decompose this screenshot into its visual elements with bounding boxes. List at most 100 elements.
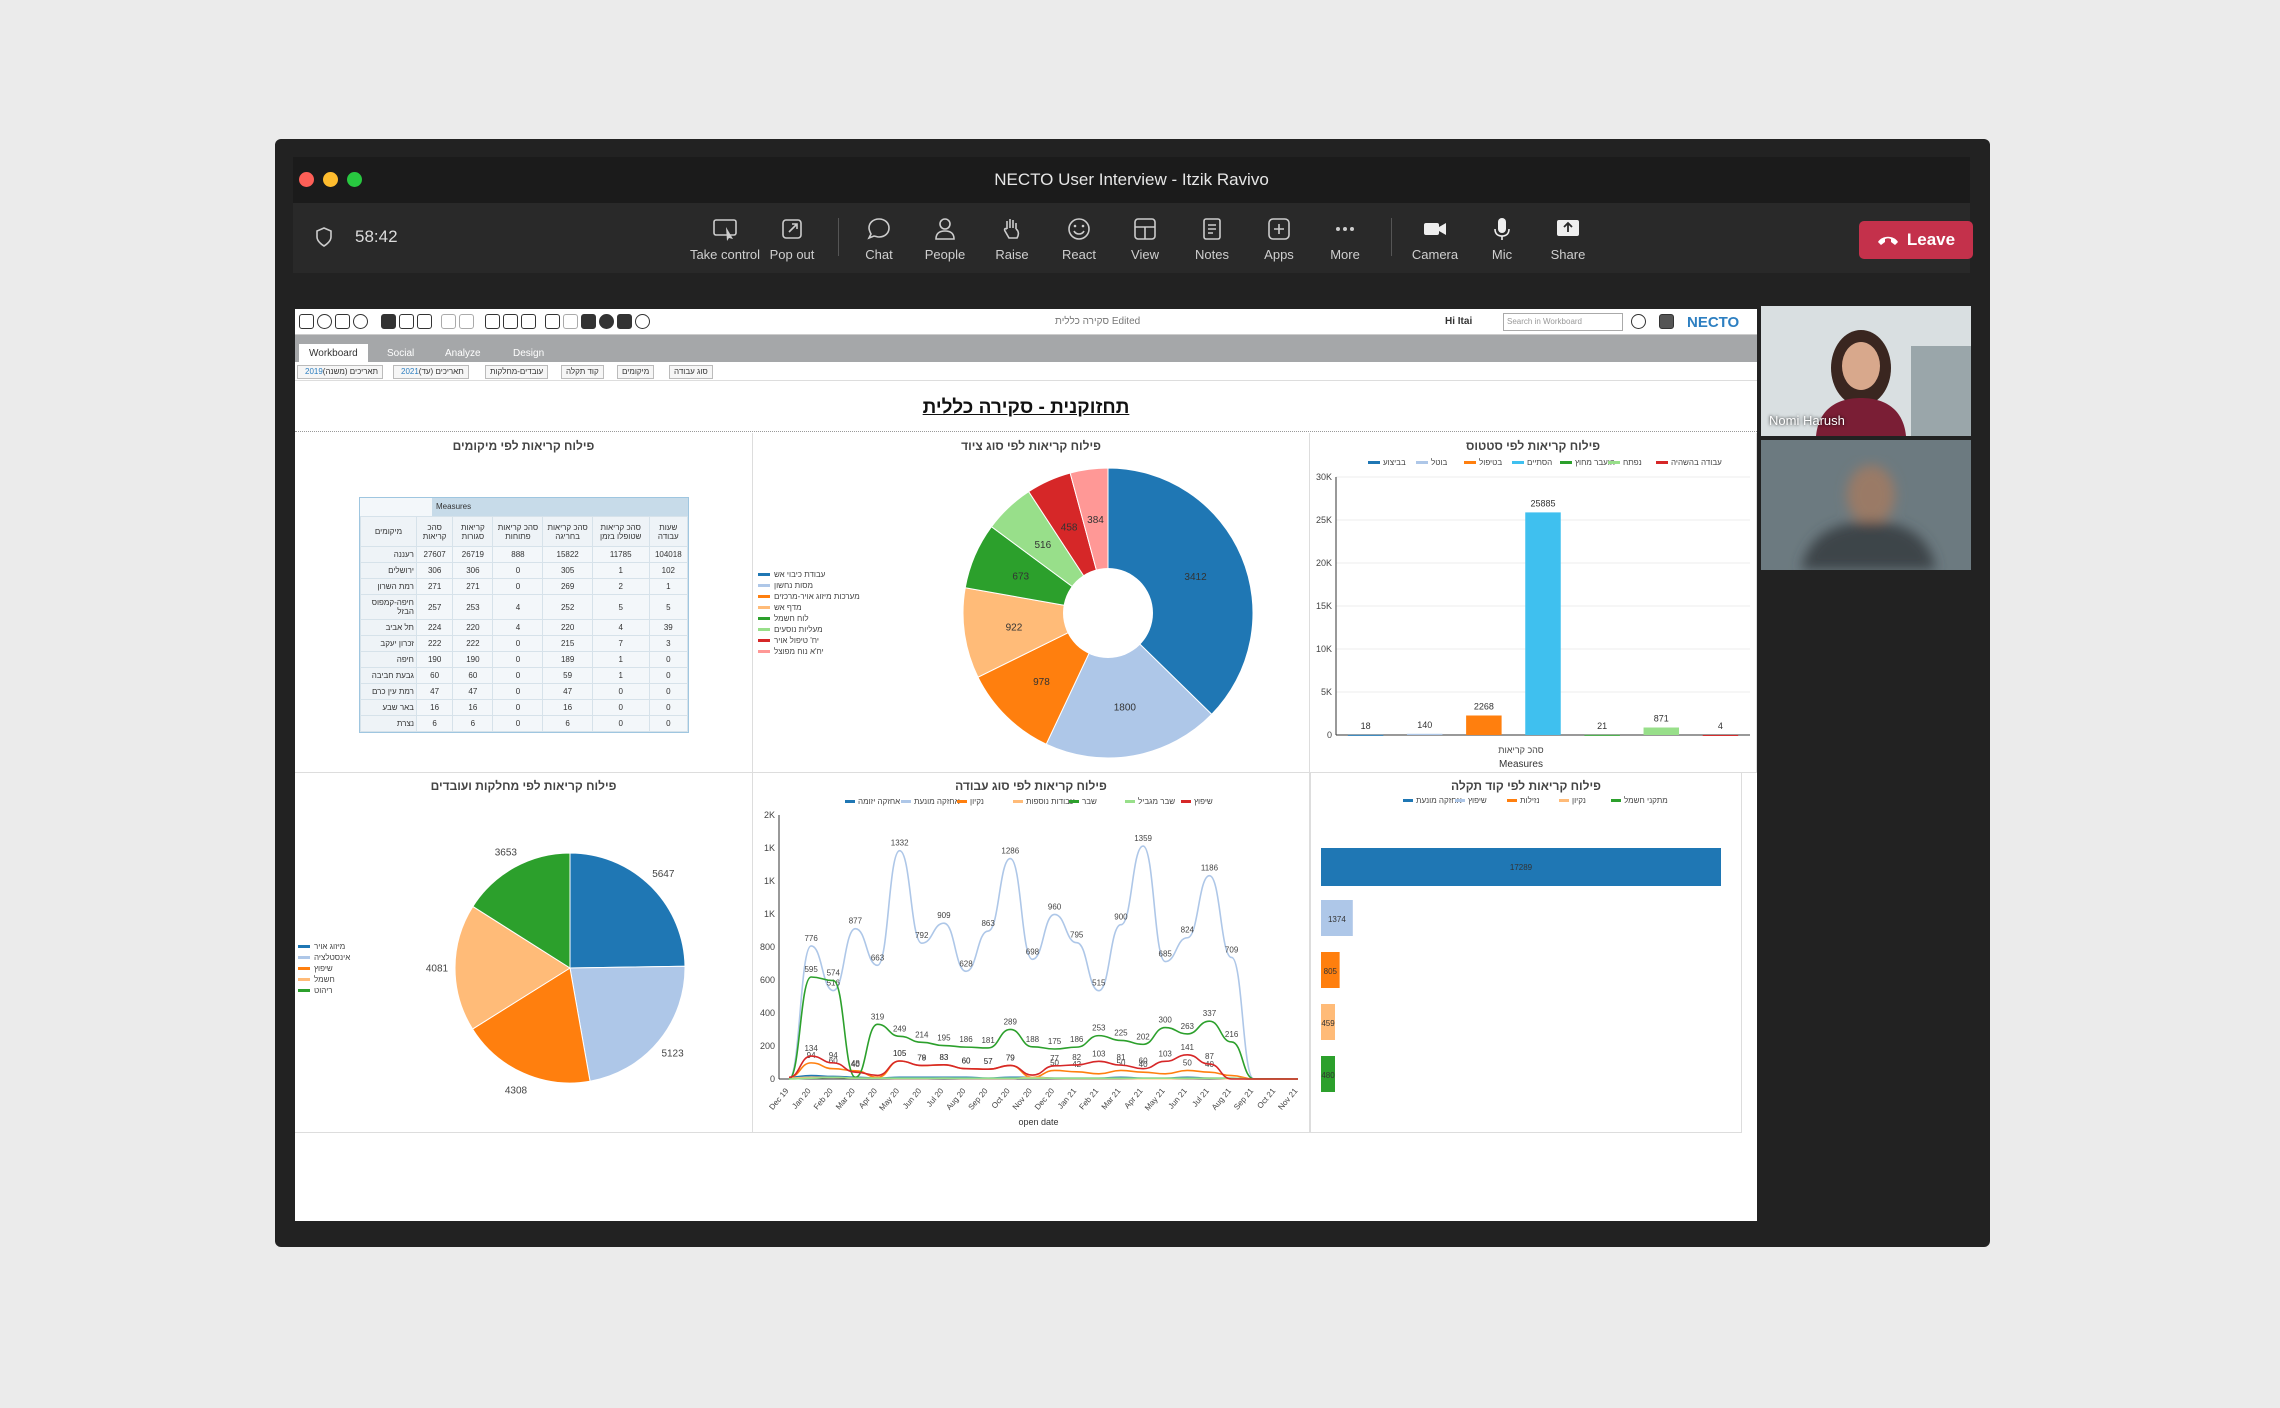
react-button[interactable]: React bbox=[1043, 215, 1115, 262]
column-header[interactable]: מיקומים bbox=[360, 516, 417, 547]
table-cell: 888 bbox=[492, 546, 544, 563]
table-row[interactable]: חיפה-קמפוס הבזל 257 253 4 252 5 5 bbox=[360, 594, 689, 620]
table-row[interactable]: זכרון יעקב 222 222 0 215 7 3 bbox=[360, 635, 689, 652]
filter-chip-departments[interactable]: עובדים-מחלקות bbox=[485, 365, 549, 379]
user-greeting[interactable]: Hi Itai bbox=[1445, 316, 1472, 327]
column-header[interactable]: סהכ קריאות פתוחות bbox=[492, 516, 544, 547]
leave-button[interactable]: Leave bbox=[1859, 221, 1973, 259]
row-label[interactable]: חיפה-קמפוס הבזל bbox=[360, 594, 417, 620]
row-label[interactable]: גבעת חביבה bbox=[360, 667, 417, 684]
home-icon[interactable] bbox=[299, 314, 314, 329]
row-label[interactable]: חיפה bbox=[360, 651, 417, 668]
redo-icon[interactable] bbox=[459, 314, 474, 329]
view-button[interactable]: View bbox=[1109, 215, 1181, 262]
row-label[interactable]: רעננה bbox=[360, 546, 417, 563]
column-header[interactable]: סהכ קריאות בחריגה bbox=[542, 516, 593, 547]
row-label[interactable]: תל אביב bbox=[360, 619, 417, 636]
raise-hand-button[interactable]: Raise bbox=[976, 215, 1048, 262]
row-label[interactable]: זכרון יעקב bbox=[360, 635, 417, 652]
table-cell: 215 bbox=[542, 635, 593, 652]
mic-button[interactable]: Mic bbox=[1466, 215, 1538, 262]
filter-chip-fault-code[interactable]: קוד תקלה bbox=[561, 365, 604, 379]
save-icon[interactable] bbox=[381, 314, 396, 329]
row-label[interactable]: רמת עין כרם bbox=[360, 683, 417, 700]
data-label: 202 bbox=[1136, 1032, 1150, 1041]
column-header[interactable]: סהכ קריאות bbox=[415, 516, 454, 547]
table-row[interactable]: תל אביב 224 220 4 220 4 39 bbox=[360, 619, 689, 636]
share-button[interactable]: Share bbox=[1532, 215, 1604, 262]
refresh-icon[interactable] bbox=[353, 314, 368, 329]
data-label: 57 bbox=[984, 1057, 993, 1066]
data-label: 60 bbox=[962, 1057, 971, 1066]
layout-icon[interactable] bbox=[399, 314, 414, 329]
tab-social[interactable]: Social bbox=[377, 344, 424, 362]
row-label[interactable]: רמת השרון bbox=[360, 578, 417, 595]
chat-button[interactable]: Chat bbox=[843, 215, 915, 262]
locations-pivot-table[interactable]: Measures מיקומים סהכ קריאות קריאות סגורו… bbox=[359, 497, 689, 733]
participant-video-guest[interactable] bbox=[1761, 440, 1971, 570]
mic-icon bbox=[1494, 218, 1510, 240]
export-icon[interactable] bbox=[485, 314, 500, 329]
table-cell: 60 bbox=[415, 667, 454, 684]
table-cell: 0 bbox=[648, 683, 689, 700]
filter-chip-work-type[interactable]: סוג עבודה bbox=[669, 365, 713, 379]
upload-icon[interactable] bbox=[503, 314, 518, 329]
favorite-icon[interactable] bbox=[417, 314, 432, 329]
table-row[interactable]: חיפה 190 190 0 189 1 0 bbox=[360, 651, 689, 668]
table-row[interactable]: באר שבע 16 16 0 16 0 0 bbox=[360, 699, 689, 716]
filter-chip-from-year[interactable]: תאריכים (משנה)2019 bbox=[297, 365, 384, 379]
data-label: 81 bbox=[1117, 1053, 1126, 1062]
table-row[interactable]: רמת עין כרם 47 47 0 47 0 0 bbox=[360, 683, 689, 700]
undo-icon[interactable] bbox=[441, 314, 456, 329]
users-icon[interactable] bbox=[581, 314, 596, 329]
people-button[interactable]: People bbox=[909, 215, 981, 262]
y-tick-label: 2K bbox=[764, 810, 775, 820]
fullscreen-icon[interactable] bbox=[521, 314, 536, 329]
search-icon[interactable] bbox=[1631, 314, 1646, 329]
workboard-search-input[interactable]: Search in Workboard bbox=[1503, 313, 1623, 331]
camera-button[interactable]: Camera bbox=[1399, 215, 1471, 262]
help-icon[interactable] bbox=[635, 314, 650, 329]
column-header[interactable]: סהכ קריאות שטופלו בזמן bbox=[591, 516, 650, 547]
filter-chip-to-year[interactable]: תאריכים (עד)2021 bbox=[393, 365, 469, 379]
row-label[interactable]: ירושלים bbox=[360, 562, 417, 579]
tab-analyze[interactable]: Analyze bbox=[435, 344, 491, 362]
tag-icon[interactable] bbox=[563, 314, 578, 329]
tab-design[interactable]: Design bbox=[503, 344, 554, 362]
table-cell: 0 bbox=[492, 562, 544, 579]
alerts-icon[interactable] bbox=[617, 314, 632, 329]
link-icon[interactable] bbox=[545, 314, 560, 329]
table-cell: 5 bbox=[591, 594, 650, 620]
table-cell: 253 bbox=[452, 594, 494, 620]
more-button[interactable]: More bbox=[1309, 215, 1381, 262]
table-cell: 224 bbox=[415, 619, 454, 636]
row-label[interactable]: נצרת bbox=[360, 715, 417, 732]
panel-title: פילוח קריאות לפי מיקומים bbox=[452, 439, 595, 453]
pop-out-button[interactable]: Pop out bbox=[756, 215, 828, 262]
slice-value-label: 384 bbox=[1087, 515, 1104, 526]
table-row[interactable]: ירושלים 306 306 0 305 1 102 bbox=[360, 562, 689, 579]
more-icon bbox=[1336, 227, 1354, 231]
data-label: 216 bbox=[1225, 1030, 1239, 1039]
table-row[interactable]: נצרת 6 6 0 6 0 0 bbox=[360, 715, 689, 732]
take-control-button[interactable]: Take control bbox=[689, 215, 761, 262]
participant-video-nomi[interactable]: Nomi Harush bbox=[1761, 306, 1971, 436]
table-row[interactable]: גבעת חביבה 60 60 0 59 1 0 bbox=[360, 667, 689, 684]
filter-chip-locations[interactable]: מיקומים bbox=[617, 365, 655, 379]
notes-button[interactable]: Notes bbox=[1176, 215, 1248, 262]
star-icon[interactable] bbox=[335, 314, 350, 329]
row-label[interactable]: באר שבע bbox=[360, 699, 417, 716]
y-tick-label: 15K bbox=[1316, 601, 1332, 611]
table-row[interactable]: רמת השרון 271 271 0 269 2 1 bbox=[360, 578, 689, 595]
column-header[interactable]: שעות עבודה bbox=[648, 516, 689, 547]
table-row[interactable]: רעננה 27607 26719 888 15822 11785 104018 bbox=[360, 546, 689, 563]
column-header[interactable]: קריאות סגורות bbox=[452, 516, 494, 547]
apps-button[interactable]: Apps bbox=[1243, 215, 1315, 262]
history-icon[interactable] bbox=[317, 314, 332, 329]
legend-label: מסות נחשון bbox=[774, 581, 813, 590]
bar bbox=[1584, 734, 1620, 736]
meeting-timer: 58:42 bbox=[355, 227, 398, 246]
cube-icon[interactable] bbox=[1659, 314, 1674, 329]
settings-icon[interactable] bbox=[599, 314, 614, 329]
tab-workboard[interactable]: Workboard bbox=[299, 344, 368, 362]
